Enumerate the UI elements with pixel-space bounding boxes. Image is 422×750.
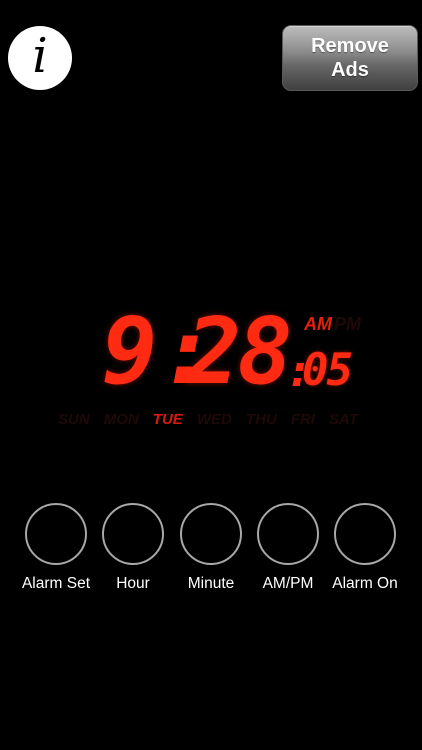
day-sun: SUN bbox=[58, 411, 90, 428]
clock-hours: 9 bbox=[102, 298, 157, 405]
alarm-on-label: Alarm On bbox=[332, 575, 398, 592]
weekday-row: SUN MON TUE WED THU FRI SAT bbox=[58, 411, 358, 428]
info-button[interactable]: i bbox=[8, 26, 72, 90]
day-sat: SAT bbox=[329, 411, 358, 428]
ampm-label: AM/PM bbox=[262, 575, 314, 592]
minute-button[interactable] bbox=[180, 503, 242, 565]
ampm-control[interactable]: AM/PM bbox=[248, 503, 328, 593]
clock-seconds: 05 bbox=[302, 345, 353, 396]
am-indicator: AM bbox=[304, 314, 332, 334]
remove-ads-label-line2: Ads bbox=[331, 59, 369, 81]
remove-ads-label-line1: Remove bbox=[311, 35, 389, 57]
info-icon: i bbox=[32, 28, 48, 84]
alarm-on-control[interactable]: Alarm On bbox=[325, 503, 405, 593]
alarm-on-button[interactable] bbox=[334, 503, 396, 565]
clock-seconds-colon: : bbox=[286, 346, 313, 397]
alarm-set-button[interactable] bbox=[25, 503, 87, 565]
ampm-button[interactable] bbox=[257, 503, 319, 565]
hour-button[interactable] bbox=[102, 503, 164, 565]
hour-label: Hour bbox=[116, 575, 150, 592]
day-tue: TUE bbox=[152, 411, 183, 428]
clock-colon: : bbox=[160, 298, 216, 405]
day-mon: MON bbox=[103, 411, 139, 428]
clock-minutes: 28 bbox=[186, 298, 293, 405]
clock-display: 9 : 28 : 05 AM PM SUN MON TUE WED THU FR… bbox=[0, 0, 422, 750]
remove-ads-button[interactable]: Remove Ads bbox=[282, 25, 418, 91]
day-wed: WED bbox=[196, 411, 232, 428]
minute-label: Minute bbox=[187, 575, 235, 592]
alarm-set-control[interactable]: Alarm Set bbox=[16, 503, 96, 593]
minute-control[interactable]: Minute bbox=[171, 503, 251, 593]
pm-indicator: PM bbox=[334, 314, 361, 334]
alarm-set-label: Alarm Set bbox=[21, 575, 91, 592]
day-thu: THU bbox=[245, 411, 277, 428]
day-fri: FRI bbox=[290, 411, 315, 428]
hour-control[interactable]: Hour bbox=[93, 503, 173, 593]
